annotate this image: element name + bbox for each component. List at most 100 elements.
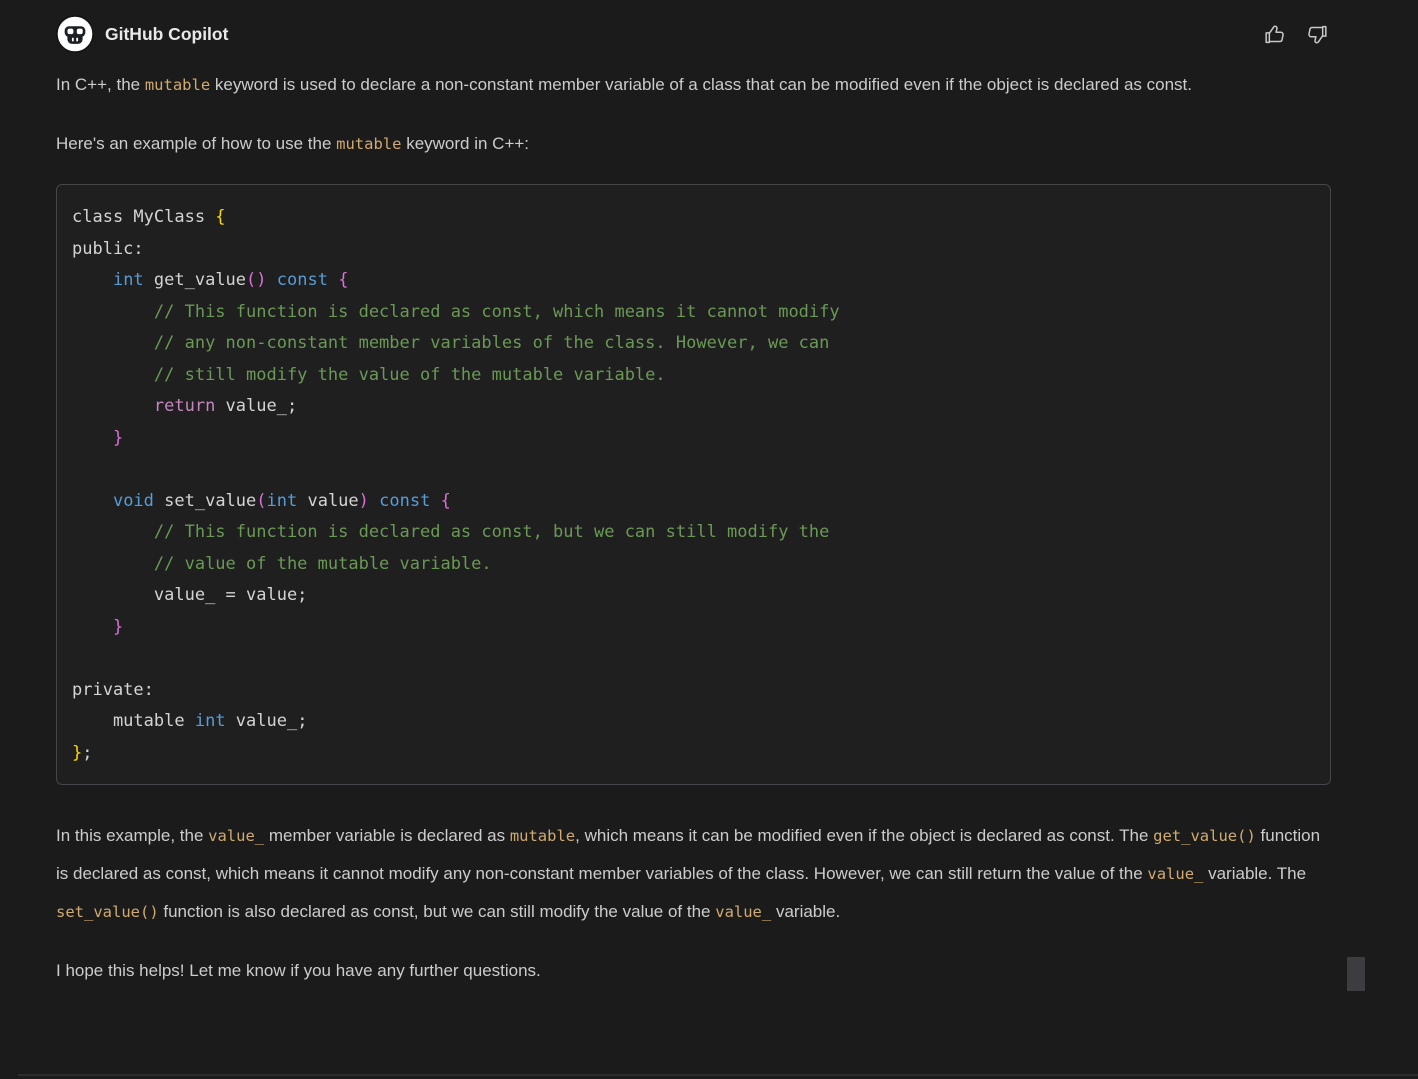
code-line: public: xyxy=(72,234,1310,266)
code-token: class MyClass xyxy=(72,207,215,227)
code-token: ( xyxy=(256,491,266,511)
code-token: ) xyxy=(359,491,369,511)
code-token xyxy=(72,270,113,290)
inline-code: value_ xyxy=(208,827,264,845)
message-paragraph: In this example, the value_ member varia… xyxy=(56,817,1331,931)
code-token: // value of the mutable variable. xyxy=(154,554,492,574)
code-token: { xyxy=(441,491,451,511)
code-token xyxy=(72,365,154,385)
code-token xyxy=(72,333,154,353)
code-token: value_ = value; xyxy=(154,585,308,605)
code-token: // still modify the value of the mutable… xyxy=(154,365,666,385)
code-token: int xyxy=(267,491,298,511)
thumbs-up-icon xyxy=(1263,23,1286,46)
code-token xyxy=(267,270,277,290)
code-token: get_value xyxy=(144,270,246,290)
code-line: }; xyxy=(72,738,1310,770)
inline-code: mutable xyxy=(510,827,575,845)
message-paragraph: Here's an example of how to use the muta… xyxy=(56,125,1331,163)
text-run: function is also declared as const, but … xyxy=(159,902,716,921)
code-block: class MyClass {public: int get_value() c… xyxy=(56,184,1331,785)
text-run: In this example, the xyxy=(56,826,208,845)
text-run: Here's an example of how to use the xyxy=(56,134,336,153)
code-line: value_ = value; xyxy=(72,580,1310,612)
code-token: void xyxy=(113,491,154,511)
code-token xyxy=(72,491,113,511)
code-token: ; xyxy=(82,743,92,763)
code-line: // value of the mutable variable. xyxy=(72,549,1310,581)
code-line: class MyClass { xyxy=(72,202,1310,234)
inline-code: value_ xyxy=(715,903,771,921)
text-run: variable. xyxy=(771,902,840,921)
code-token: // any non-constant member variables of … xyxy=(154,333,830,353)
text-run: member variable is declared as xyxy=(264,826,510,845)
text-run: In C++, the xyxy=(56,75,145,94)
chat-message: GitHub Copilot In C++, the mutable keywo… xyxy=(0,0,1418,989)
code-line xyxy=(72,454,1310,486)
code-token xyxy=(328,270,338,290)
code-token xyxy=(72,302,154,322)
code-line xyxy=(72,643,1310,675)
code-line: private: xyxy=(72,675,1310,707)
code-token xyxy=(72,428,113,448)
code-token xyxy=(369,491,379,511)
code-token: { xyxy=(215,207,225,227)
text-run: keyword is used to declare a non-constan… xyxy=(210,75,1192,94)
text-run: keyword in C++: xyxy=(401,134,529,153)
code-token: return xyxy=(154,396,215,416)
code-token: int xyxy=(195,711,226,731)
code-token: private: xyxy=(72,680,154,700)
code-token xyxy=(72,522,154,542)
code-token: const xyxy=(379,491,430,511)
code-token: // This function is declared as const, b… xyxy=(154,522,830,542)
code-token xyxy=(72,396,154,416)
message-paragraph: I hope this helps! Let me know if you ha… xyxy=(56,952,1331,989)
code-token: () xyxy=(246,270,266,290)
thumbs-up-button[interactable] xyxy=(1261,21,1288,48)
inline-code: set_value() xyxy=(56,903,159,921)
code-token: int xyxy=(113,270,144,290)
code-token xyxy=(72,585,154,605)
code-token: // This function is declared as const, w… xyxy=(154,302,840,322)
code-token: value_; xyxy=(226,711,308,731)
code-token: mutable xyxy=(72,711,195,731)
code-token xyxy=(430,491,440,511)
code-token xyxy=(72,554,154,574)
code-token: const xyxy=(277,270,328,290)
code-line: } xyxy=(72,423,1310,455)
thumbs-down-icon xyxy=(1306,23,1329,46)
code-line: return value_; xyxy=(72,391,1310,423)
code-line: mutable int value_; xyxy=(72,706,1310,738)
inline-code: mutable xyxy=(336,135,401,153)
code-token: public: xyxy=(72,239,144,259)
text-run: I hope this helps! Let me know if you ha… xyxy=(56,961,541,980)
code-token: } xyxy=(72,743,82,763)
text-run: variable. The xyxy=(1203,864,1306,883)
code-line: int get_value() const { xyxy=(72,265,1310,297)
message-body: In C++, the mutable keyword is used to d… xyxy=(56,66,1331,989)
copilot-avatar xyxy=(56,15,94,53)
code-line: } xyxy=(72,612,1310,644)
code-token: { xyxy=(338,270,348,290)
code-line: // still modify the value of the mutable… xyxy=(72,360,1310,392)
code-line: // This function is declared as const, b… xyxy=(72,517,1310,549)
inline-code: mutable xyxy=(145,76,210,94)
scrollbar-thumb[interactable] xyxy=(1347,957,1365,991)
message-header: GitHub Copilot xyxy=(56,13,1331,55)
copilot-icon xyxy=(56,15,94,53)
code-token: } xyxy=(113,428,123,448)
message-paragraph: In C++, the mutable keyword is used to d… xyxy=(56,66,1331,104)
divider xyxy=(18,1074,1418,1076)
text-run: , which means it can be modified even if… xyxy=(575,826,1153,845)
code-token: value_; xyxy=(215,396,297,416)
code-token xyxy=(72,617,113,637)
inline-code: get_value() xyxy=(1153,827,1256,845)
inline-code: value_ xyxy=(1147,865,1203,883)
thumbs-down-button[interactable] xyxy=(1304,21,1331,48)
code-token: } xyxy=(113,617,123,637)
author-name: GitHub Copilot xyxy=(105,24,228,45)
code-token: value xyxy=(297,491,358,511)
code-line: // any non-constant member variables of … xyxy=(72,328,1310,360)
code-token: set_value xyxy=(154,491,256,511)
message-actions xyxy=(1261,21,1331,48)
